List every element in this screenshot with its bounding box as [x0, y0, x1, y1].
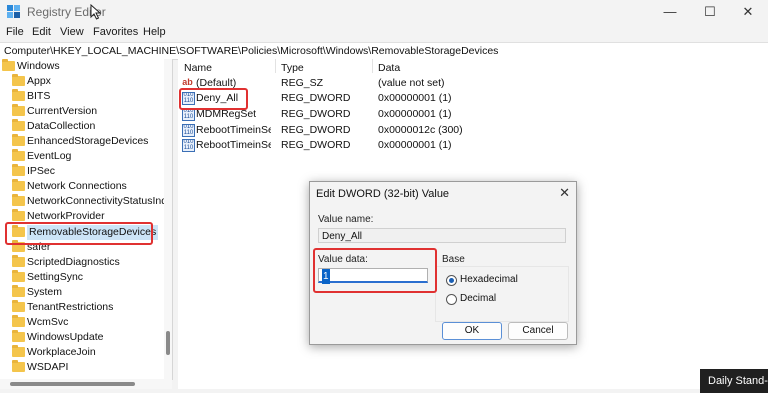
folder-icon [12, 300, 25, 312]
ok-button[interactable]: OK [442, 322, 502, 340]
value-type: REG_DWORD [281, 92, 351, 104]
value-row-deny-all[interactable]: 010 110 Deny_All REG_DWORD 0x00000001 (1… [178, 91, 768, 106]
folder-icon [12, 89, 25, 101]
maximize-button[interactable]: ☐ [692, 2, 728, 22]
tree-item-label: BITS [27, 90, 51, 102]
tree-item-label: System [27, 286, 63, 298]
value-data: (value not set) [378, 77, 445, 89]
key-tree-pane[interactable]: Windows Appx BITS CurrentVersion DataCol… [0, 59, 173, 380]
dialog-close-button[interactable]: ✕ [559, 185, 570, 201]
folder-icon [2, 59, 15, 71]
value-type: REG_DWORD [281, 139, 351, 151]
folder-icon [12, 149, 25, 161]
dialog-title: Edit DWORD (32-bit) Value [316, 188, 450, 200]
binary-value-icon: 010 110 [182, 139, 195, 152]
value-data: 0x00000001 (1) [378, 139, 452, 151]
scrollbar-thumb[interactable] [10, 382, 135, 386]
tree-item-label: Network Connections [27, 180, 127, 192]
registry-editor-icon [7, 5, 20, 18]
folder-icon [12, 104, 25, 116]
menu-edit[interactable]: Edit [32, 26, 51, 38]
menu-view[interactable]: View [60, 26, 84, 38]
value-name-field: Deny_All [318, 228, 566, 243]
tree-item-label: DataCollection [27, 120, 96, 132]
tree-item-label: WcmSvc [27, 316, 69, 328]
value-row[interactable]: 010 110 RebootTimeinSe... REG_DWORD 0x00… [178, 138, 768, 153]
value-type: REG_DWORD [281, 124, 351, 136]
tree-item-label: TenantRestrictions [27, 301, 114, 313]
string-value-icon: ab [182, 77, 193, 87]
close-button[interactable]: ✕ [730, 2, 766, 22]
folder-icon [12, 194, 25, 206]
hexadecimal-label[interactable]: Hexadecimal [460, 274, 518, 285]
tree-item-label: ScriptedDiagnostics [27, 256, 120, 268]
folder-icon [12, 285, 25, 297]
column-header-data[interactable]: Data [378, 62, 400, 74]
tree-item-label: EventLog [27, 150, 72, 162]
folder-icon [12, 330, 25, 342]
column-divider[interactable] [372, 59, 373, 73]
value-type: REG_DWORD [281, 108, 351, 120]
value-data: 0x00000001 (1) [378, 108, 452, 120]
value-name-label: Value name: [318, 214, 374, 225]
base-label: Base [442, 254, 465, 265]
tree-item-label: CurrentVersion [27, 105, 98, 117]
tree-item-label: Appx [27, 75, 51, 87]
highlight-deny-all-value [179, 88, 248, 110]
tree-horizontal-scrollbar[interactable] [0, 379, 172, 389]
folder-icon [12, 345, 25, 357]
menu-file[interactable]: File [6, 26, 24, 38]
tree-item-label: Windows [17, 60, 60, 72]
tree-item-label: SettingSync [27, 271, 84, 283]
tree-vertical-scrollbar[interactable] [164, 59, 172, 380]
folder-icon [12, 119, 25, 131]
registry-editor-window: Registry Editor — ☐ ✕ File Edit View Fav… [0, 0, 768, 393]
decimal-radio[interactable] [446, 294, 457, 305]
value-name: RebootTimeinSe... [196, 139, 271, 151]
folder-icon [12, 179, 25, 191]
address-bar[interactable]: Computer\HKEY_LOCAL_MACHINE\SOFTWARE\Pol… [0, 42, 768, 60]
folder-icon [12, 74, 25, 86]
mouse-cursor-icon [90, 4, 102, 20]
base-radio-group: Hexadecimal Decimal [435, 266, 569, 322]
value-data: 0x0000012c (300) [378, 124, 463, 136]
minimize-button[interactable]: — [652, 2, 688, 22]
tree-item-label: WSDAPI [27, 361, 69, 373]
binary-value-icon: 010 110 [182, 124, 195, 137]
scrollbar-thumb[interactable] [166, 331, 170, 355]
column-header-name[interactable]: Name [184, 62, 212, 74]
menu-help[interactable]: Help [143, 26, 166, 38]
folder-icon [12, 209, 25, 221]
value-row[interactable]: ab (Default) REG_SZ (value not set) [178, 76, 768, 91]
folder-icon [12, 270, 25, 282]
folder-icon [12, 134, 25, 146]
value-row[interactable]: 010 110 MDMRegSet REG_DWORD 0x00000001 (… [178, 107, 768, 122]
column-divider[interactable] [275, 59, 276, 73]
value-type: REG_SZ [281, 77, 324, 89]
title-bar: Registry Editor — ☐ ✕ [0, 0, 768, 24]
highlight-value-data [313, 248, 437, 293]
tree-item-label: WindowsUpdate [27, 331, 104, 343]
cancel-button[interactable]: Cancel [508, 322, 568, 340]
value-data: 0x00000001 (1) [378, 92, 452, 104]
hexadecimal-radio[interactable] [446, 275, 457, 286]
folder-icon [12, 360, 25, 372]
highlight-selected-key [5, 222, 153, 245]
decimal-label[interactable]: Decimal [460, 293, 496, 304]
column-header-type[interactable]: Type [281, 62, 304, 74]
folder-icon [12, 164, 25, 176]
taskbar-notification[interactable]: Daily Stand-... [700, 369, 768, 393]
tree-item-label: WorkplaceJoin [27, 346, 96, 358]
tree-item-label: IPSec [27, 165, 56, 177]
value-name: RebootTimeinSe... [196, 124, 271, 136]
address-path[interactable]: Computer\HKEY_LOCAL_MACHINE\SOFTWARE\Pol… [4, 45, 498, 57]
folder-icon [12, 255, 25, 267]
tree-item-label: NetworkConnectivityStatusIndic [27, 195, 173, 207]
menu-bar: File Edit View Favorites Help [0, 24, 768, 42]
value-row[interactable]: 010 110 RebootTimeinSe... REG_DWORD 0x00… [178, 123, 768, 138]
tree-item-label: EnhancedStorageDevices [27, 135, 149, 147]
folder-icon [12, 315, 25, 327]
menu-favorites[interactable]: Favorites [93, 26, 138, 38]
